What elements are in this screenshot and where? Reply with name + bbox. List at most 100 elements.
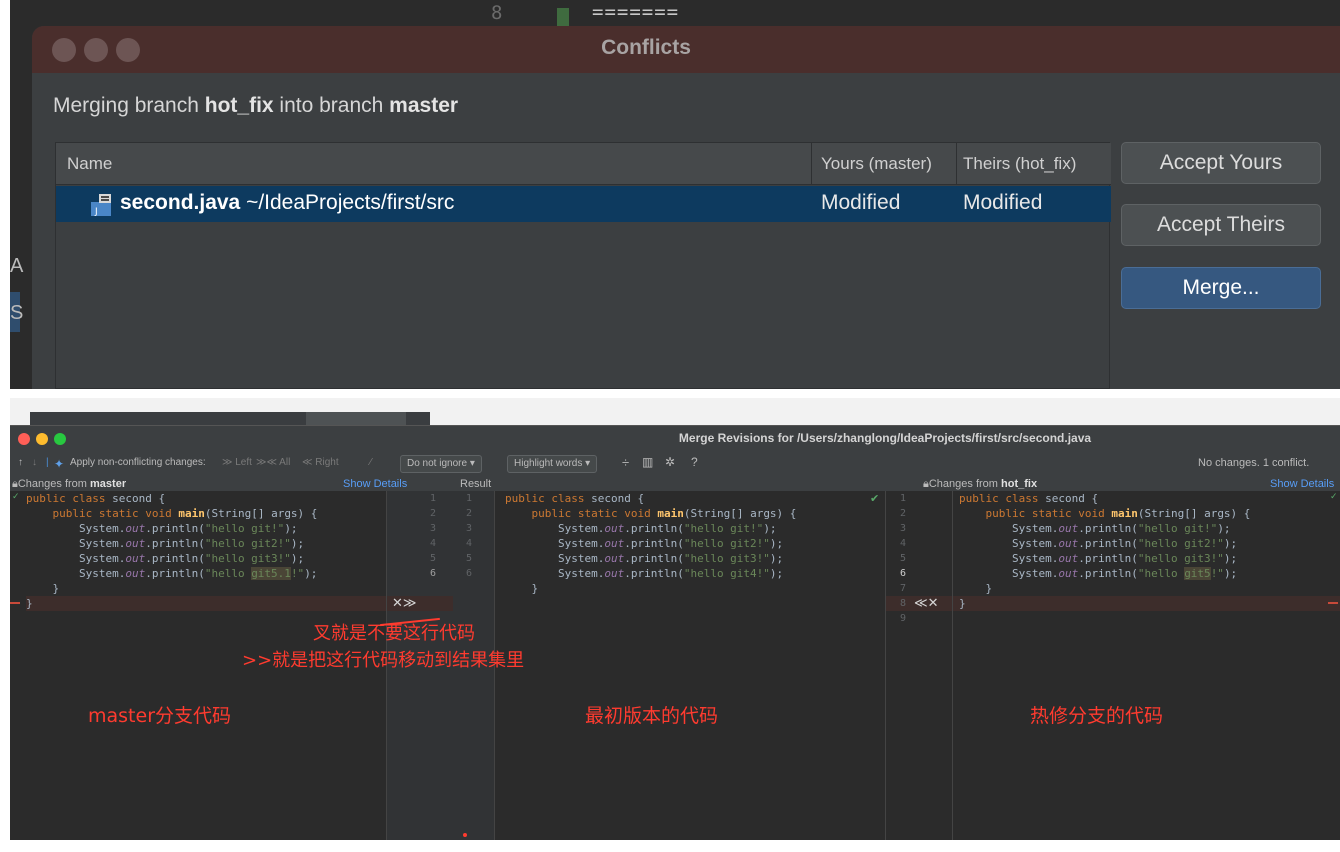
- code-line: public class second {: [959, 492, 1099, 505]
- highlight-select-value: Highlight words: [514, 458, 583, 469]
- source-branch: hot_fix: [204, 94, 274, 117]
- code-line: System.out.println("hello git2!");: [26, 537, 305, 550]
- code-line: }: [26, 597, 33, 610]
- right-gutter: [885, 491, 953, 840]
- merge-status-text: No changes. 1 conflict.: [1198, 457, 1310, 469]
- ignore-whitespace-select[interactable]: Do not ignore ▾: [400, 455, 482, 473]
- merge-panes: ✓ public class second { public static vo…: [10, 491, 1340, 840]
- code-line: System.out.println("hello git3!");: [26, 552, 305, 565]
- code-line: }: [959, 597, 966, 610]
- right-header-branch: hot_fix: [1001, 478, 1038, 490]
- code-line: System.out.println("hello git!");: [505, 522, 777, 535]
- code-line: }: [26, 582, 60, 595]
- background-letter-s: S: [10, 302, 24, 324]
- apply-all-button[interactable]: ≫≪ All: [256, 457, 290, 468]
- code-line: System.out.println("hello git3!");: [959, 552, 1238, 565]
- merge-window-title: Merge Revisions for /Users/zhanglong/Ide…: [678, 431, 1092, 445]
- annotation-base-label: 最初版本的代码: [585, 705, 719, 727]
- code-line: System.out.println("hello git!");: [959, 522, 1231, 535]
- prev-conflict-arrow-icon[interactable]: ↑: [18, 457, 23, 468]
- left-conflict-marker: [10, 602, 20, 604]
- file-path: ~/IdeaProjects/first/src: [240, 191, 455, 214]
- svg-text:J: J: [94, 207, 98, 216]
- show-details-right-link[interactable]: Show Details: [1270, 478, 1334, 490]
- table-header: Name Yours (master) Theirs (hot_fix): [56, 143, 1111, 185]
- table-row[interactable]: J second.java ~/IdeaProjects/first/src M…: [56, 186, 1111, 222]
- background-change-marker: [557, 8, 569, 26]
- code-line: System.out.println("hello git!");: [26, 522, 298, 535]
- right-header-prefix: Changes from: [928, 478, 1002, 490]
- apply-all-label: All: [279, 457, 291, 468]
- result-code-pane[interactable]: public class second { public static void…: [505, 491, 796, 596]
- conflicts-screenshot: 8 ======= A S Conflicts Merging branch h…: [10, 0, 1340, 389]
- show-details-left-link[interactable]: Show Details: [343, 478, 407, 490]
- right-code-pane[interactable]: public class second { public static void…: [959, 491, 1250, 611]
- background-active-tab: [306, 412, 406, 426]
- code-line: System.out.println("hello git4!");: [505, 567, 784, 580]
- resolve-magic-icon: |: [46, 457, 49, 468]
- highlight-words-select[interactable]: Highlight words ▾: [507, 455, 598, 473]
- java-file-icon: J: [91, 194, 111, 216]
- column-name[interactable]: Name: [67, 154, 112, 174]
- right-conflict-marker: [1328, 602, 1338, 604]
- sync-scroll-icon[interactable]: ▥: [642, 455, 653, 469]
- subtitle-prefix: Merging branch: [53, 94, 205, 117]
- yours-status: Modified: [821, 191, 901, 214]
- column-divider: [811, 143, 812, 185]
- accept-right-controls[interactable]: ≪✕: [914, 595, 939, 611]
- collapse-unchanged-icon[interactable]: ÷: [622, 455, 629, 470]
- annotation-dot: [463, 833, 467, 837]
- column-theirs[interactable]: Theirs (hot_fix): [963, 154, 1076, 174]
- left-line-numbers: 123456: [429, 493, 436, 579]
- column-yours[interactable]: Yours (master): [821, 154, 932, 174]
- dialog-title: Conflicts: [601, 36, 691, 59]
- left-pane-header: 🔒︎Changes from master: [12, 478, 127, 490]
- conflicts-dialog: Conflicts Merging branch hot_fix into br…: [32, 26, 1340, 389]
- merge-toolbar: ↑ ↓ | ✦ Apply non-conflicting changes: ≫…: [10, 451, 1340, 477]
- code-line: public static void main(String[] args) {: [52, 507, 318, 520]
- accept-theirs-button[interactable]: Accept Theirs: [1121, 204, 1321, 246]
- apply-right-button[interactable]: ≪ Right: [302, 457, 339, 468]
- annotation-arrow-meaning: >>就是把这行代码移动到结果集里: [242, 650, 525, 671]
- code-line: public class second {: [26, 492, 166, 505]
- code-line: System.out.println("hello git2!");: [505, 537, 784, 550]
- background-letter-a: A: [10, 255, 24, 277]
- result-header: Result: [460, 478, 492, 490]
- code-line: System.out.println("hello git5!");: [959, 567, 1238, 580]
- result-line-numbers: 123456: [465, 493, 472, 579]
- background-conflict-marker: =======: [592, 1, 680, 23]
- merge-revisions-screenshot: Merge Revisions for /Users/zhanglong/Ide…: [10, 398, 1340, 840]
- file-name-text: second.java: [120, 191, 241, 214]
- code-line: public static void main(String[] args) {: [531, 507, 797, 520]
- left-code-pane[interactable]: public class second { public static void…: [26, 491, 317, 611]
- help-icon[interactable]: ?: [691, 455, 698, 469]
- background-line-number: 8: [491, 2, 503, 24]
- magic-resolve-icon[interactable]: ⁄: [370, 457, 372, 468]
- settings-gear-icon[interactable]: ✲: [665, 455, 675, 469]
- apply-non-conflicting-label: Apply non-conflicting changes:: [70, 457, 206, 468]
- code-line: }: [505, 582, 539, 595]
- accept-yours-button[interactable]: Accept Yours: [1121, 142, 1321, 184]
- accept-left-controls[interactable]: ✕≫: [392, 595, 417, 611]
- code-line: System.out.println("hello git2!");: [959, 537, 1238, 550]
- ignore-select-value: Do not ignore: [407, 458, 468, 469]
- column-divider: [956, 143, 957, 185]
- merge-window-titlebar: Merge Revisions for /Users/zhanglong/Ide…: [10, 425, 1340, 451]
- pane-headers: 🔒︎Changes from master Show Details Resul…: [10, 477, 1340, 491]
- next-conflict-arrow-icon[interactable]: ↓: [32, 457, 37, 468]
- apply-right-label: Right: [315, 457, 339, 468]
- left-header-prefix: Changes from: [17, 478, 91, 490]
- merge-button[interactable]: Merge...: [1121, 267, 1321, 309]
- conflicts-table: Name Yours (master) Theirs (hot_fix) J s…: [55, 142, 1111, 389]
- dialog-titlebar: Conflicts: [32, 26, 1340, 73]
- apply-all-icon[interactable]: ✦: [54, 457, 64, 471]
- annotation-master-label: master分支代码: [88, 705, 232, 727]
- code-line: }: [959, 582, 993, 595]
- check-icon: ✓: [12, 491, 20, 501]
- apply-left-label: Left: [235, 457, 252, 468]
- right-pane-header: 🔒︎Changes from hot_fix: [923, 478, 1038, 490]
- theirs-status: Modified: [963, 191, 1043, 214]
- annotation-hotfix-label: 热修分支的代码: [1030, 705, 1164, 727]
- check-icon: ✔: [870, 493, 880, 505]
- apply-left-button[interactable]: ≫ Left: [222, 457, 252, 468]
